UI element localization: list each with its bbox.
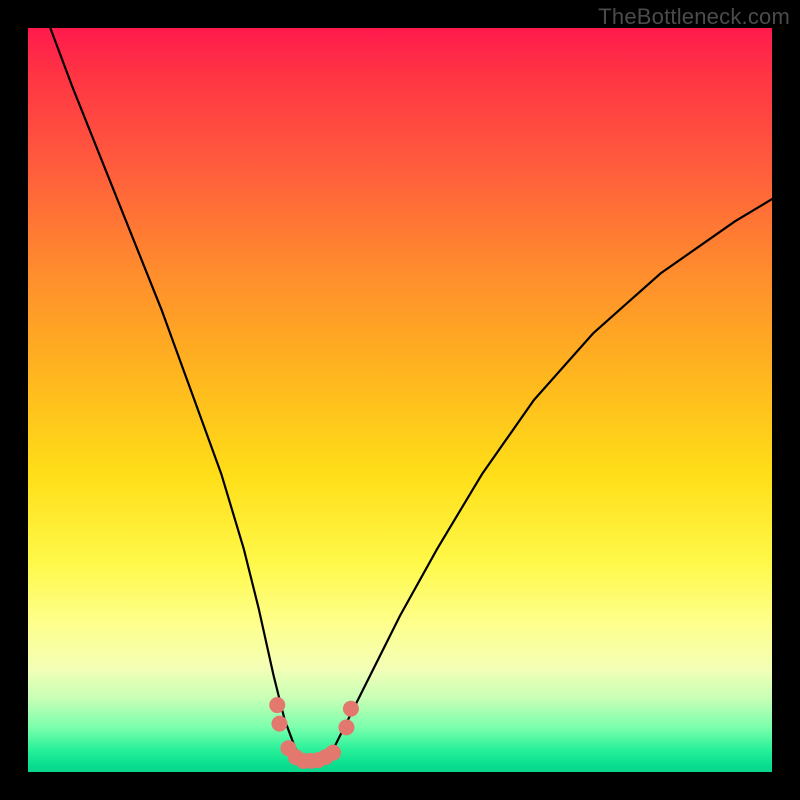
curve-marker	[343, 701, 359, 717]
watermark-text: TheBottleneck.com	[598, 4, 790, 30]
curve-layer	[28, 28, 772, 772]
curve-marker	[338, 719, 354, 735]
chart-frame: TheBottleneck.com	[0, 0, 800, 800]
curve-marker	[325, 745, 341, 761]
plot-area	[28, 28, 772, 772]
curve-markers	[269, 697, 359, 769]
curve-marker	[269, 697, 285, 713]
curve-marker	[271, 716, 287, 732]
bottleneck-curve	[50, 28, 772, 761]
